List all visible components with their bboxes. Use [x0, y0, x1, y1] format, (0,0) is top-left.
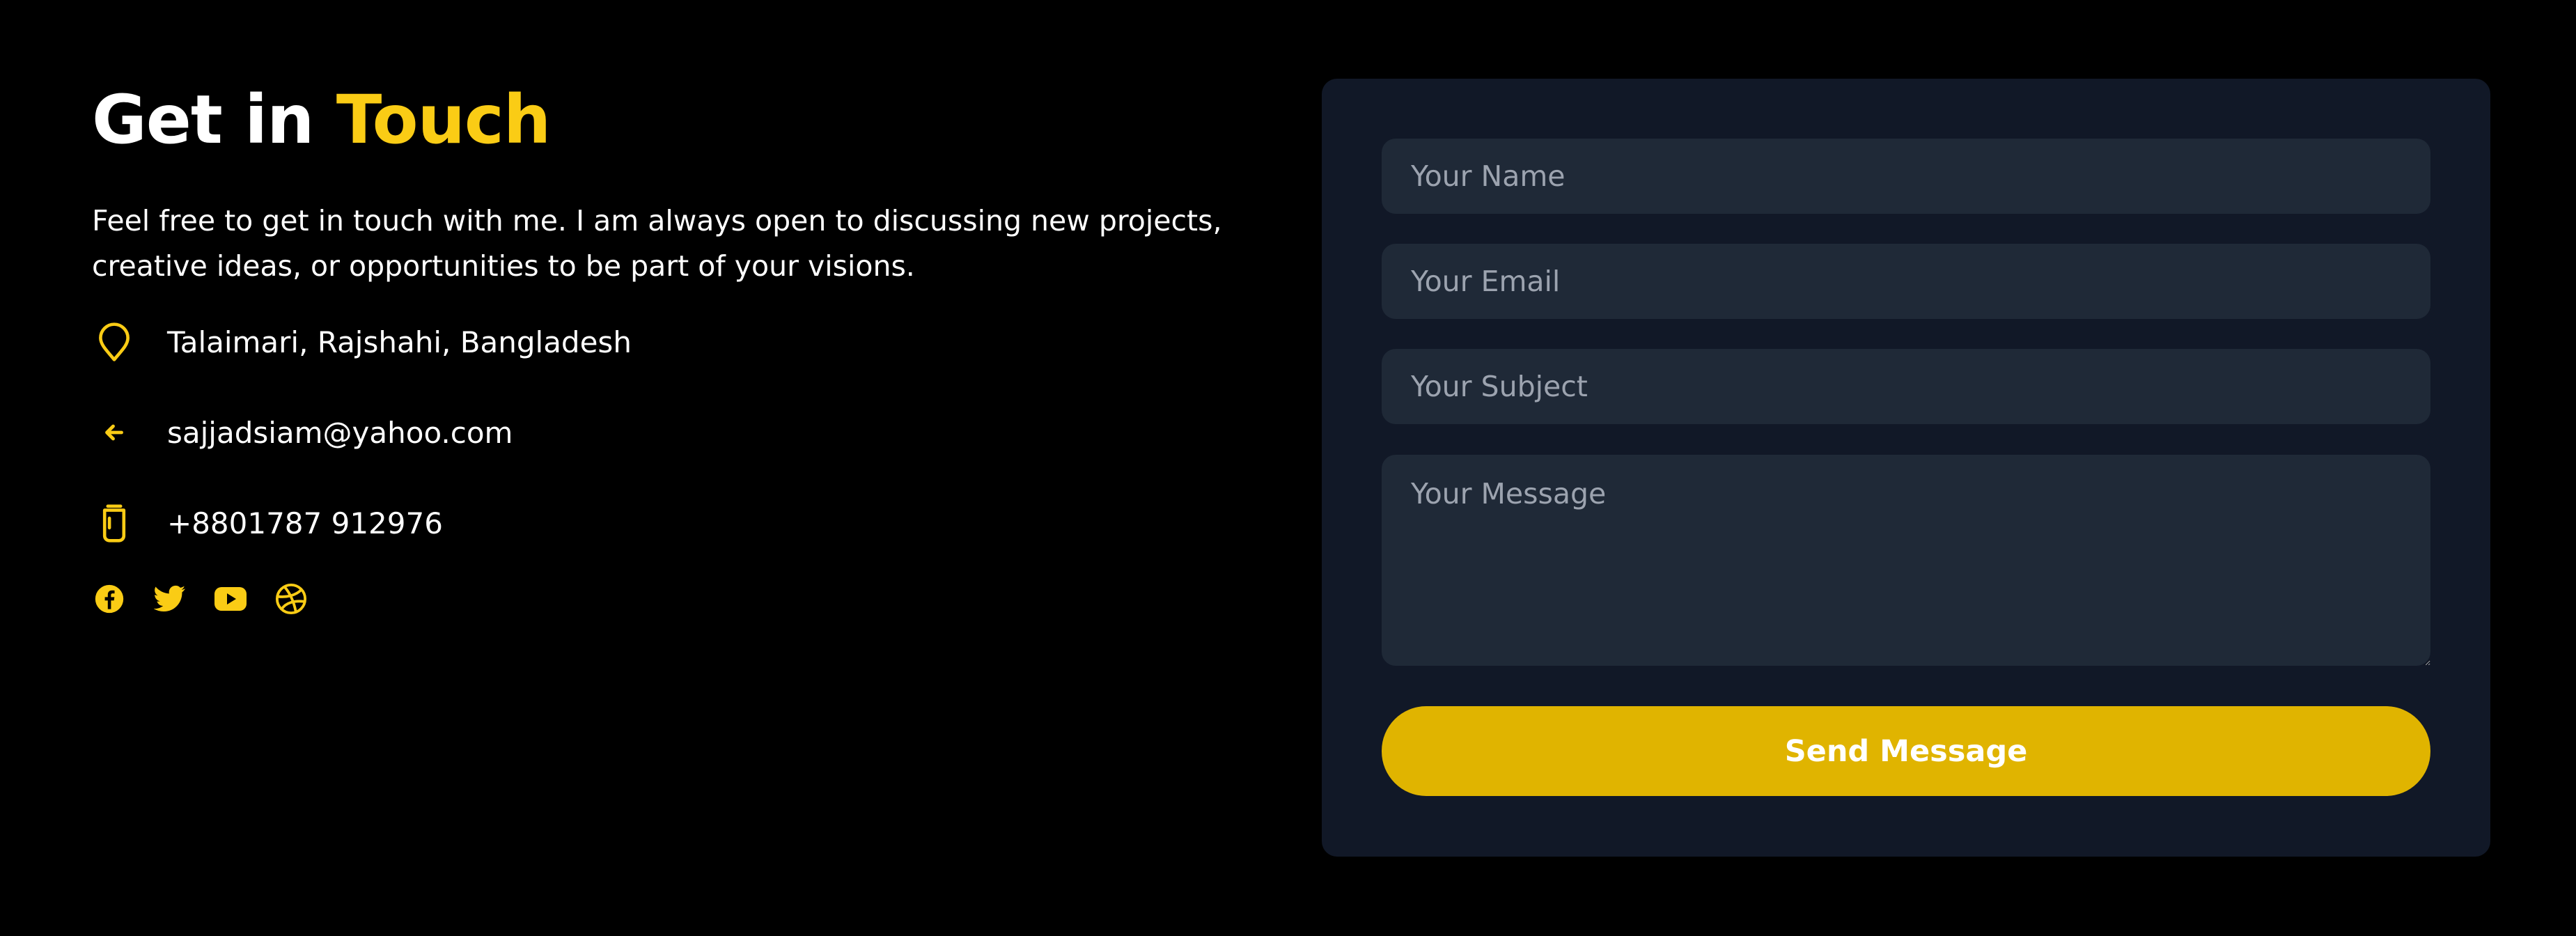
youtube-icon[interactable]: [213, 582, 248, 616]
page-title: Get in Touch: [92, 70, 1276, 171]
phone-text: +8801787 912976: [167, 506, 443, 540]
phone-icon: [93, 502, 135, 544]
intro-text: Feel free to get in touch with me. I am …: [92, 204, 1222, 283]
contact-section: Get in Touch Feel free to get in touch w…: [0, 0, 2576, 936]
email-text: sajjadsiam@yahoo.com: [167, 415, 513, 450]
contact-form: Send Message: [1322, 79, 2490, 857]
twitter-icon[interactable]: [153, 582, 187, 616]
contact-location: Talaimari, Rajshahi, Bangladesh: [92, 313, 1276, 371]
message-field[interactable]: [1382, 455, 2430, 666]
email-field[interactable]: [1382, 244, 2430, 319]
title-accent: Touch: [336, 81, 551, 159]
subject-field[interactable]: [1382, 349, 2430, 424]
contact-list: Talaimari, Rajshahi, Bangladesh sajjadsi…: [92, 313, 1276, 552]
facebook-icon[interactable]: [92, 582, 127, 616]
map-pin-icon: [93, 321, 135, 363]
name-field[interactable]: [1382, 139, 2430, 214]
contact-email: sajjadsiam@yahoo.com: [92, 403, 1276, 462]
social-links: [92, 582, 1276, 616]
dribbble-icon[interactable]: [274, 582, 309, 616]
contact-info: Get in Touch Feel free to get in touch w…: [92, 70, 1276, 616]
send-message-button[interactable]: Send Message: [1382, 706, 2430, 796]
title-main: Get in: [92, 81, 336, 159]
arrow-left-icon: [93, 412, 135, 453]
location-text: Talaimari, Rajshahi, Bangladesh: [167, 325, 632, 359]
contact-phone: +8801787 912976: [92, 494, 1276, 552]
